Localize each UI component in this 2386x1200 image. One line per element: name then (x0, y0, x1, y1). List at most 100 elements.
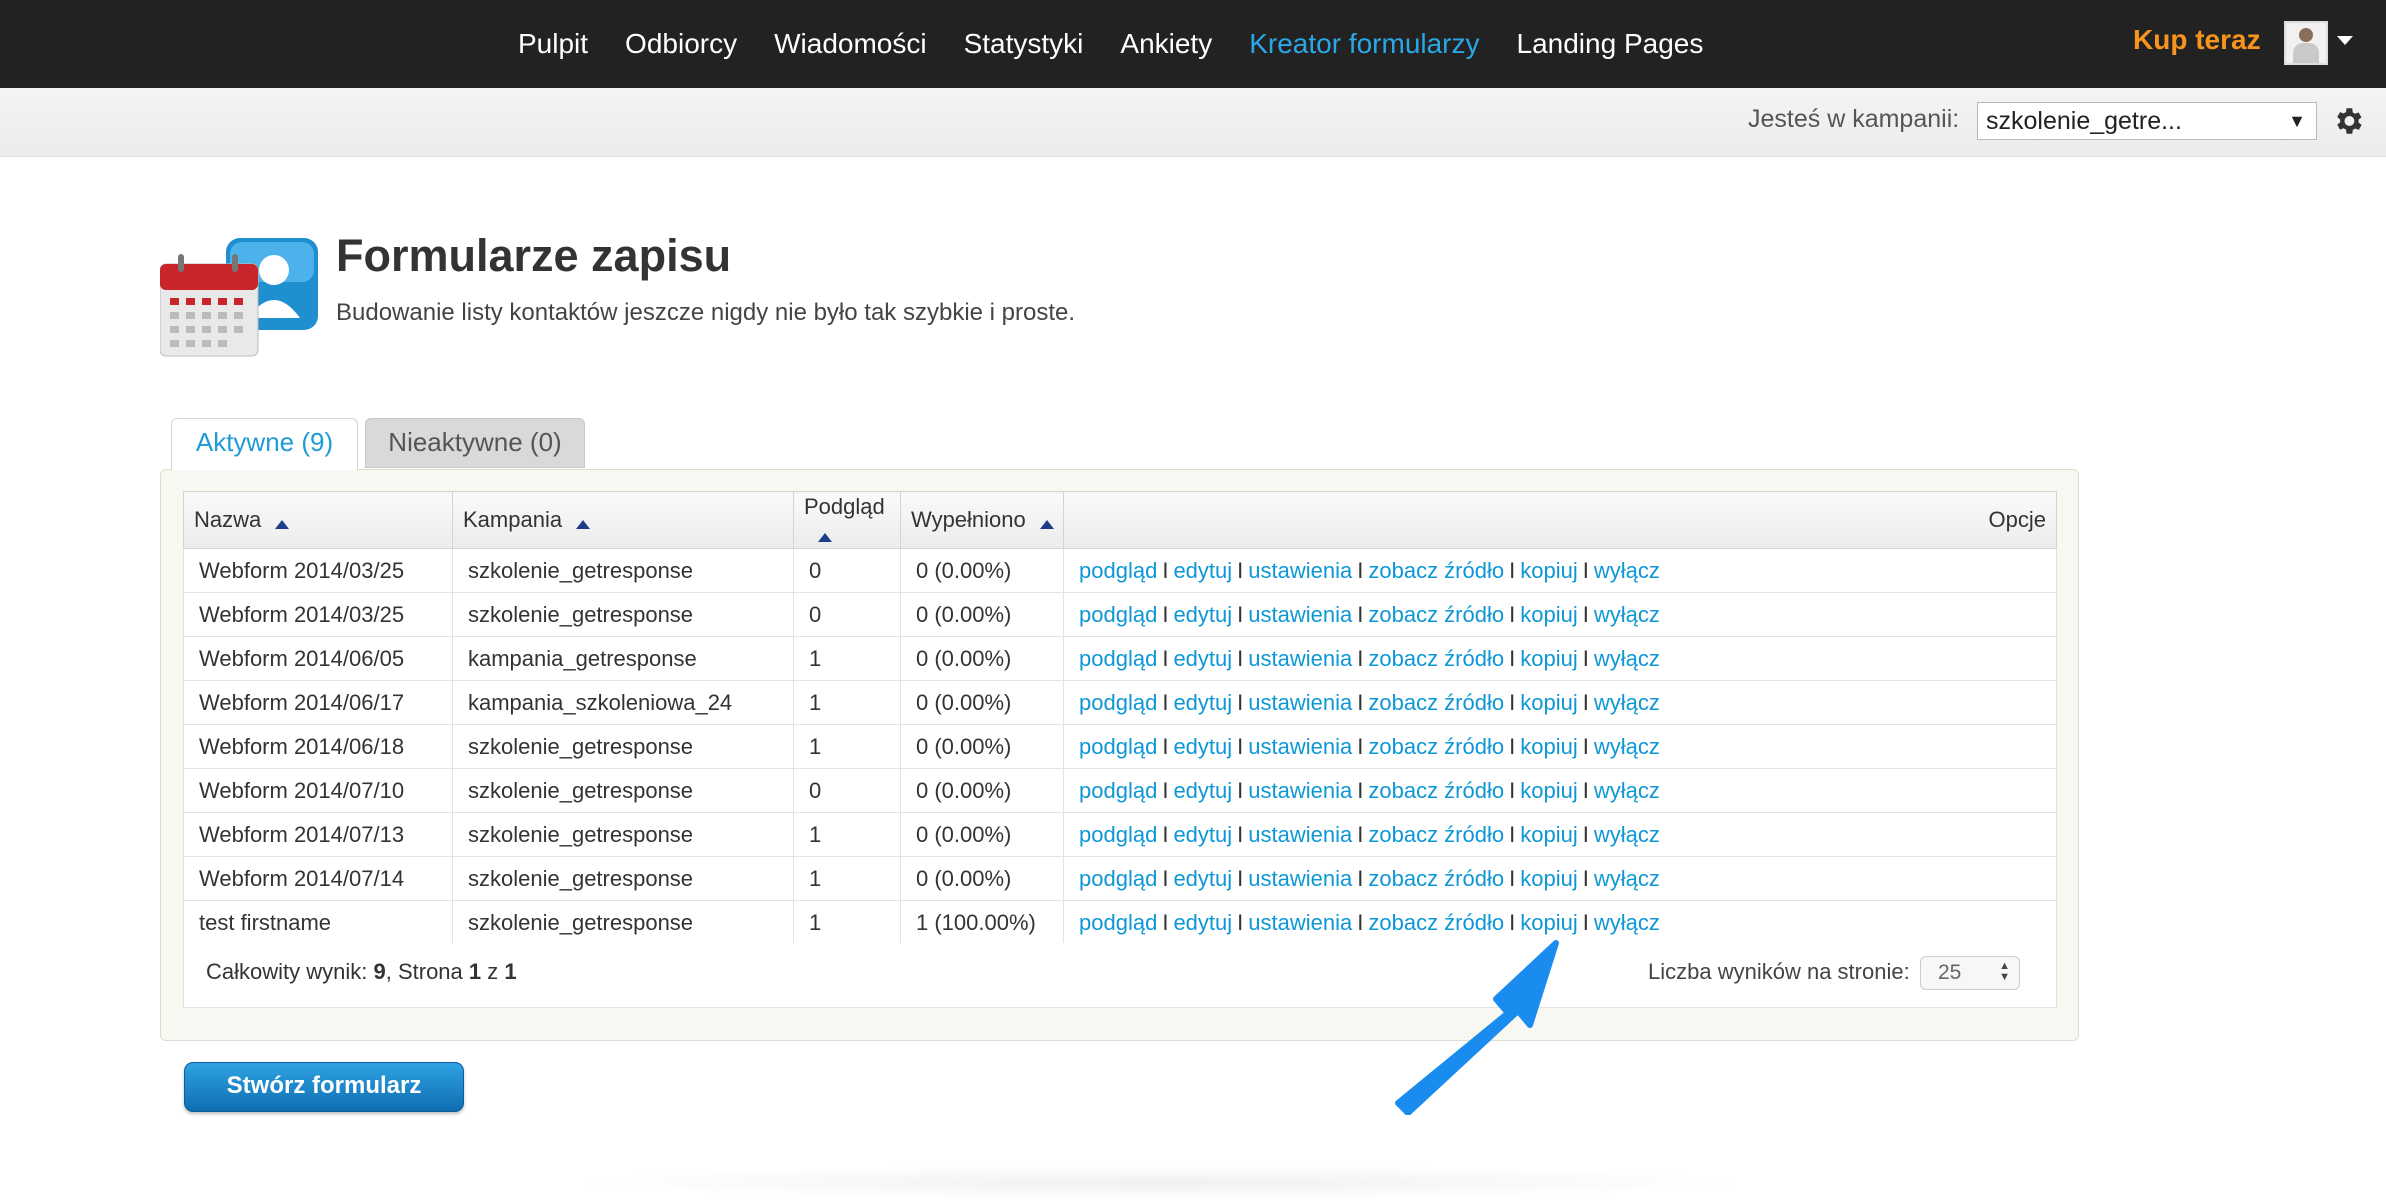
create-form-button[interactable]: Stwórz formularz (184, 1062, 464, 1112)
action-link-0[interactable]: podgląd (1079, 734, 1157, 759)
action-link-0[interactable]: podgląd (1079, 778, 1157, 803)
table-footer: Całkowity wynik: 9, Strona 1 z 1 Liczba … (183, 943, 2057, 1008)
gear-icon[interactable] (2331, 104, 2365, 138)
action-link-1[interactable]: edytuj (1173, 602, 1232, 627)
action-separator: I (1582, 601, 1589, 627)
action-separator: I (1237, 601, 1244, 627)
action-link-4[interactable]: kopiuj (1520, 778, 1577, 803)
action-link-0[interactable]: podgląd (1079, 690, 1157, 715)
action-link-4[interactable]: kopiuj (1520, 602, 1577, 627)
action-link-1[interactable]: edytuj (1173, 866, 1232, 891)
action-link-0[interactable]: podgląd (1079, 558, 1157, 583)
action-link-4[interactable]: kopiuj (1520, 646, 1577, 671)
campaign-select[interactable]: szkolenie_getre... ▼ (1977, 102, 2317, 140)
action-separator: I (1509, 821, 1516, 847)
action-separator: I (1357, 865, 1364, 891)
action-link-5[interactable]: wyłącz (1594, 822, 1660, 847)
nav-item-0[interactable]: Pulpit (518, 28, 588, 60)
action-link-4[interactable]: kopiuj (1520, 866, 1577, 891)
action-link-2[interactable]: ustawienia (1248, 558, 1352, 583)
nav-item-2[interactable]: Wiadomości (774, 28, 926, 60)
action-link-0[interactable]: podgląd (1079, 910, 1157, 935)
per-page-select[interactable]: 25 ▲ ▼ (1920, 956, 2020, 990)
action-link-0[interactable]: podgląd (1079, 646, 1157, 671)
action-link-3[interactable]: zobacz źródło (1368, 690, 1504, 715)
action-separator: I (1357, 733, 1364, 759)
tab-inactive[interactable]: Nieaktywne (0) (365, 418, 585, 468)
action-link-3[interactable]: zobacz źródło (1368, 910, 1504, 935)
action-link-2[interactable]: ustawienia (1248, 822, 1352, 847)
action-separator: I (1509, 777, 1516, 803)
action-link-3[interactable]: zobacz źródło (1368, 734, 1504, 759)
action-link-1[interactable]: edytuj (1173, 822, 1232, 847)
sort-asc-icon (576, 520, 591, 529)
action-link-0[interactable]: podgląd (1079, 602, 1157, 627)
preview-count-cell: 1 (793, 812, 901, 857)
action-link-5[interactable]: wyłącz (1594, 866, 1660, 891)
action-separator: I (1237, 733, 1244, 759)
dropdown-arrow-icon: ▼ (2288, 111, 2306, 131)
action-link-5[interactable]: wyłącz (1594, 558, 1660, 583)
action-link-1[interactable]: edytuj (1173, 910, 1232, 935)
action-link-3[interactable]: zobacz źródło (1368, 602, 1504, 627)
tab-active[interactable]: Aktywne (9) (171, 418, 358, 470)
action-link-3[interactable]: zobacz źródło (1368, 646, 1504, 671)
chevron-down-icon[interactable] (2337, 36, 2353, 45)
action-separator: I (1357, 821, 1364, 847)
action-link-3[interactable]: zobacz źródło (1368, 822, 1504, 847)
column-header-name[interactable]: Nazwa (183, 491, 453, 549)
column-header-campaign[interactable]: Kampania (452, 491, 794, 549)
action-link-5[interactable]: wyłącz (1594, 602, 1660, 627)
action-separator: I (1582, 689, 1589, 715)
action-link-5[interactable]: wyłącz (1594, 910, 1660, 935)
action-link-3[interactable]: zobacz źródło (1368, 558, 1504, 583)
avatar[interactable] (2284, 21, 2328, 65)
action-separator: I (1237, 821, 1244, 847)
nav-item-1[interactable]: Odbiorcy (625, 28, 737, 60)
action-link-4[interactable]: kopiuj (1520, 734, 1577, 759)
nav-item-5[interactable]: Kreator formularzy (1249, 28, 1479, 60)
action-link-0[interactable]: podgląd (1079, 822, 1157, 847)
action-separator: I (1582, 645, 1589, 671)
action-separator: I (1582, 557, 1589, 583)
action-link-1[interactable]: edytuj (1173, 690, 1232, 715)
table-header-row: Nazwa Kampania Podgląd Wypełniono Opcje (183, 491, 2057, 549)
action-link-1[interactable]: edytuj (1173, 778, 1232, 803)
action-separator: I (1509, 909, 1516, 935)
column-header-filled[interactable]: Wypełniono (900, 491, 1064, 549)
action-link-5[interactable]: wyłącz (1594, 734, 1660, 759)
action-link-4[interactable]: kopiuj (1520, 690, 1577, 715)
action-link-5[interactable]: wyłącz (1594, 690, 1660, 715)
action-link-1[interactable]: edytuj (1173, 734, 1232, 759)
action-separator: I (1162, 865, 1169, 891)
action-separator: I (1162, 645, 1169, 671)
action-link-4[interactable]: kopiuj (1520, 910, 1577, 935)
action-link-2[interactable]: ustawienia (1248, 690, 1352, 715)
table-row: test firstname szkolenie_getresponse 1 1 (1… (183, 900, 2057, 945)
action-link-4[interactable]: kopiuj (1520, 822, 1577, 847)
campaign-select-value: szkolenie_getre... (1986, 107, 2182, 135)
action-link-2[interactable]: ustawienia (1248, 646, 1352, 671)
action-link-5[interactable]: wyłącz (1594, 778, 1660, 803)
campaign-bar: Jesteś w kampanii: szkolenie_getre... ▼ (0, 88, 2386, 157)
action-link-2[interactable]: ustawienia (1248, 910, 1352, 935)
nav-item-3[interactable]: Statystyki (964, 28, 1084, 60)
buy-now-link[interactable]: Kup teraz (2133, 24, 2261, 56)
action-separator: I (1357, 557, 1364, 583)
action-link-1[interactable]: edytuj (1173, 646, 1232, 671)
action-link-2[interactable]: ustawienia (1248, 602, 1352, 627)
action-link-3[interactable]: zobacz źródło (1368, 778, 1504, 803)
action-link-4[interactable]: kopiuj (1520, 558, 1577, 583)
action-link-5[interactable]: wyłącz (1594, 646, 1660, 671)
nav-item-4[interactable]: Ankiety (1120, 28, 1212, 60)
action-separator: I (1509, 733, 1516, 759)
action-link-0[interactable]: podgląd (1079, 866, 1157, 891)
action-link-2[interactable]: ustawienia (1248, 866, 1352, 891)
action-link-2[interactable]: ustawienia (1248, 734, 1352, 759)
campaign-cell: szkolenie_getresponse (452, 812, 794, 857)
action-link-2[interactable]: ustawienia (1248, 778, 1352, 803)
column-header-preview[interactable]: Podgląd (793, 491, 901, 549)
nav-item-6[interactable]: Landing Pages (1517, 28, 1704, 60)
action-link-1[interactable]: edytuj (1173, 558, 1232, 583)
action-link-3[interactable]: zobacz źródło (1368, 866, 1504, 891)
